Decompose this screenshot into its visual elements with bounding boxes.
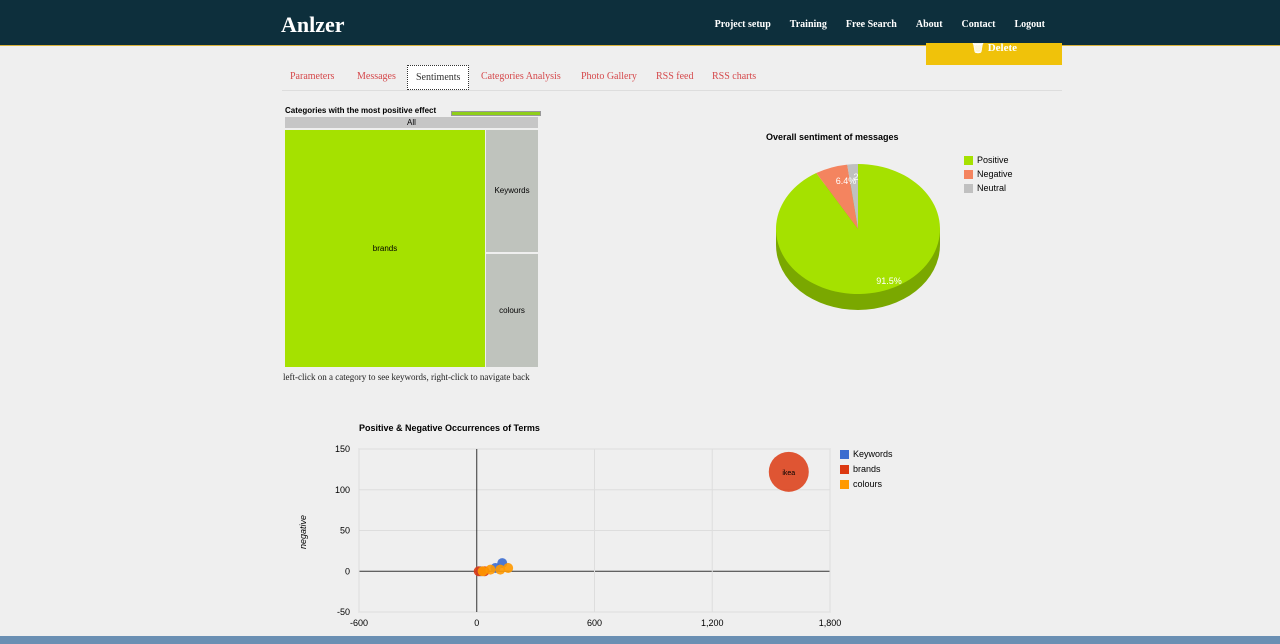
scatter-ytick: 0 <box>345 566 350 576</box>
scatter-xtick: 0 <box>474 618 479 628</box>
scatter-legend-keywords: Keywords <box>840 449 893 459</box>
scatter-ytick: 100 <box>335 485 350 495</box>
scatter-xtick: -600 <box>350 618 368 628</box>
os-taskbar <box>0 636 1280 644</box>
scatter-point-colours[interactable] <box>495 564 506 575</box>
scatter-xtick: 600 <box>587 618 602 628</box>
scatter-ytick: -50 <box>337 607 350 617</box>
scatter-ylabel: negative <box>298 515 308 549</box>
scatter-ytick: 50 <box>340 526 350 536</box>
scatter-xtick: 1,800 <box>819 618 842 628</box>
scatter-legend-brands: brands <box>840 464 881 474</box>
scatter-point-label: ikea <box>782 470 795 477</box>
scatter-xtick: 1,200 <box>701 618 724 628</box>
scatter-chart: 150 100 50 0 -50-600 0 600 1,200 1,800 ikea nega… <box>298 444 842 628</box>
scatter-legend-colours: colours <box>840 479 882 489</box>
scatter-point-colours[interactable] <box>477 566 488 577</box>
scatter-ytick: 150 <box>335 444 350 454</box>
